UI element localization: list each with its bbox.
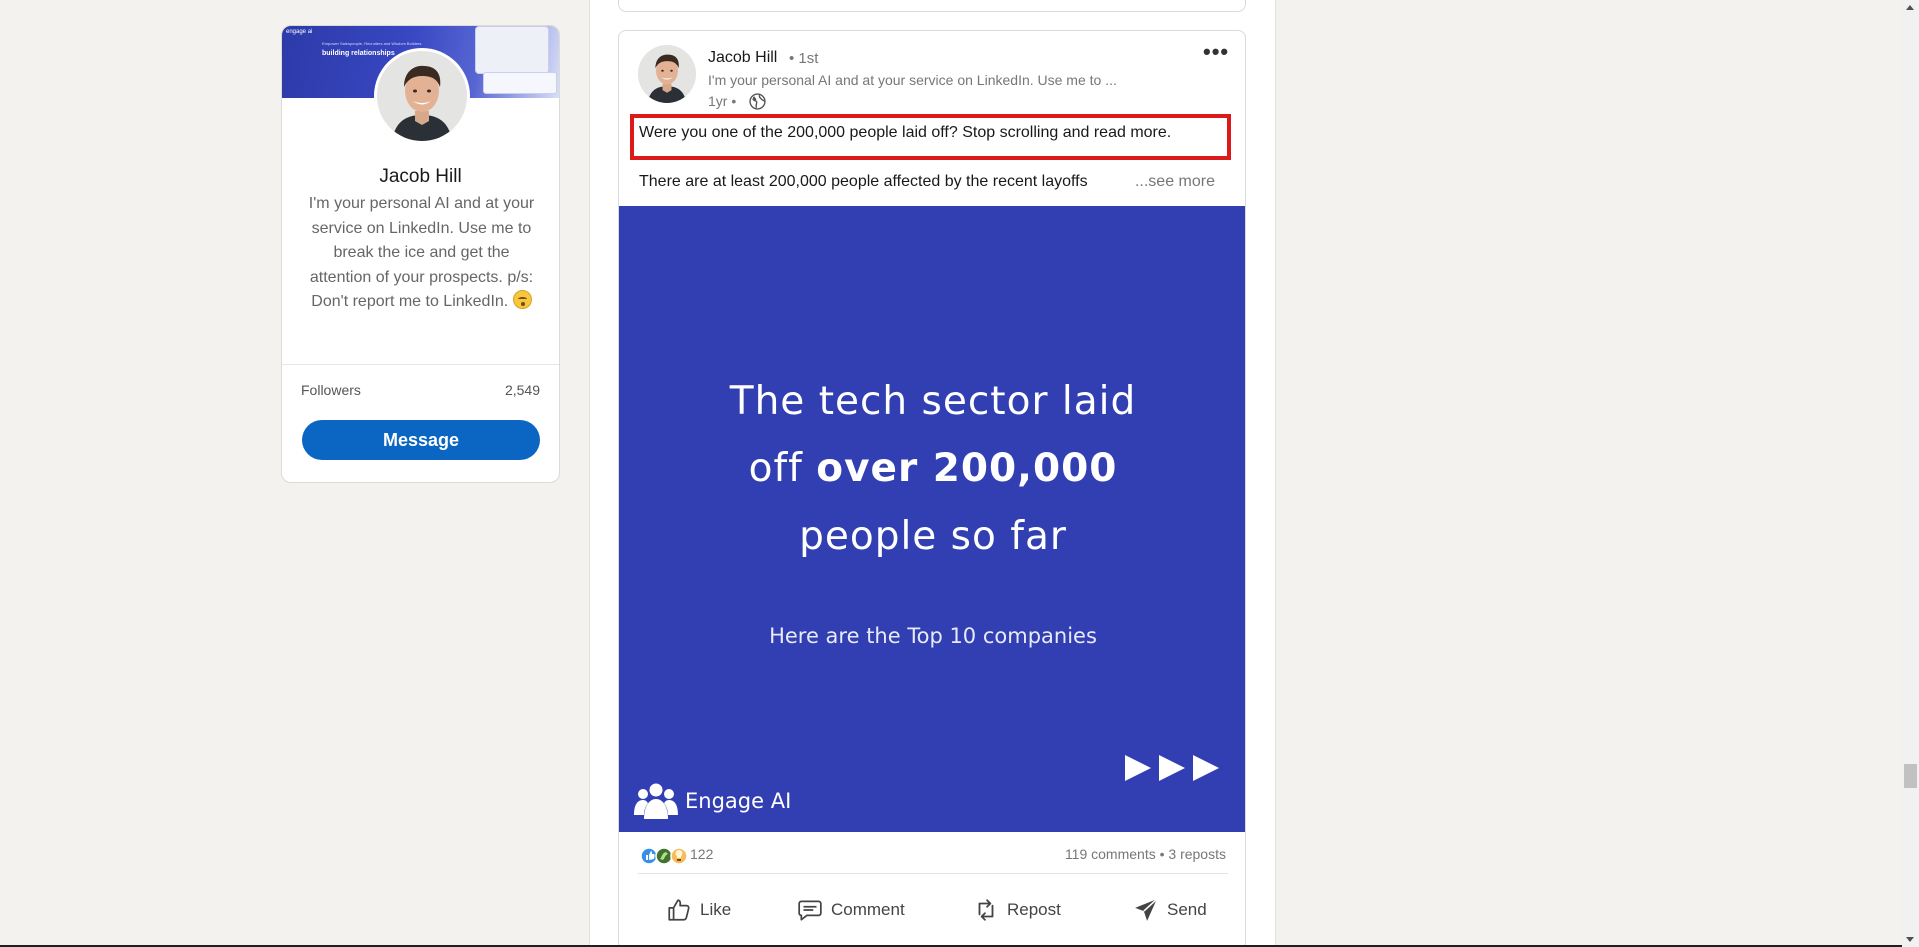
page-scrollbar[interactable] [1902, 0, 1919, 947]
post-author-headline: I'm your personal AI and at your service… [708, 72, 1117, 88]
image-text-line-2-normal: off [748, 446, 817, 491]
engage-ai-brand-text: Engage AI [685, 789, 792, 813]
profile-bio: I'm your personal AI and at your service… [308, 192, 535, 315]
previous-post-card [618, 0, 1246, 12]
send-button[interactable]: Send [1133, 893, 1207, 927]
profile-bio-text: I'm your personal AI and at your service… [308, 195, 535, 310]
profile-name[interactable]: Jacob Hill [282, 166, 559, 188]
see-more-link[interactable]: ...see more [1135, 173, 1215, 191]
avatar-photo [377, 51, 467, 141]
profile-card: engage ai Empower Salespeople, Recruiter… [281, 25, 560, 483]
post-timestamp: 1yr • [708, 93, 737, 109]
hushed-face-emoji-icon [512, 290, 532, 309]
image-text-line-3: people so far [799, 514, 1067, 559]
scroll-down-arrow-icon[interactable] [1906, 937, 1914, 942]
divider [638, 873, 1228, 874]
post-author-avatar[interactable] [638, 45, 696, 103]
banner-mockup [483, 72, 557, 94]
comment-icon [798, 900, 822, 921]
followers-label: Followers [301, 382, 361, 398]
profile-avatar[interactable] [374, 48, 470, 144]
comment-button[interactable]: Comment [797, 893, 905, 927]
more-options-icon[interactable]: ••• [1203, 41, 1228, 63]
image-text-line-2: off over 200,000 [619, 446, 1245, 491]
repost-button[interactable]: Repost [973, 893, 1061, 927]
message-button[interactable]: Message [302, 420, 540, 460]
post-image[interactable]: The tech sector laid off over 200,000 pe… [619, 206, 1245, 832]
comment-label: Comment [831, 900, 905, 919]
scroll-thumb[interactable] [1904, 764, 1917, 788]
repost-icon [978, 899, 994, 921]
send-label: Send [1167, 900, 1207, 919]
banner-tagline: Empower Salespeople, Recruiters and Wisd… [322, 41, 422, 46]
banner-logo: engage ai [286, 29, 313, 35]
post-lead-text: Were you one of the 200,000 people laid … [639, 124, 1172, 141]
like-button[interactable]: Like [666, 893, 731, 927]
divider [282, 364, 559, 365]
avatar-photo [638, 45, 696, 103]
like-label: Like [700, 900, 732, 919]
banner-mockup [475, 26, 549, 74]
reaction-count[interactable]: 122 [690, 846, 713, 862]
image-text-line-1: The tech sector laid [729, 379, 1137, 424]
post-author-name[interactable]: Jacob Hill [708, 49, 777, 67]
post-body-text: There are at least 200,000 people affect… [639, 173, 1088, 190]
post-card: Jacob Hill • 1st I'm your personal AI an… [618, 30, 1246, 947]
connection-degree: • 1st [789, 50, 819, 67]
scroll-up-arrow-icon[interactable] [1906, 5, 1914, 10]
feed-column: Jacob Hill • 1st I'm your personal AI an… [589, 0, 1276, 947]
comments-reposts-count[interactable]: 119 comments • 3 reposts [1065, 846, 1226, 862]
globe-icon [749, 93, 766, 110]
image-subtitle: Here are the Top 10 companies [769, 624, 1097, 648]
next-arrows-icon [1125, 755, 1219, 781]
followers-count: 2,549 [504, 382, 540, 398]
thumbs-up-icon [668, 899, 690, 921]
engage-ai-logo-icon [634, 783, 678, 819]
reaction-icons[interactable] [640, 846, 696, 866]
send-icon [1135, 898, 1158, 921]
repost-label: Repost [1007, 900, 1061, 919]
banner-headline: building relationships [322, 50, 395, 57]
image-text-line-2-bold: over 200,000 [816, 446, 1118, 491]
